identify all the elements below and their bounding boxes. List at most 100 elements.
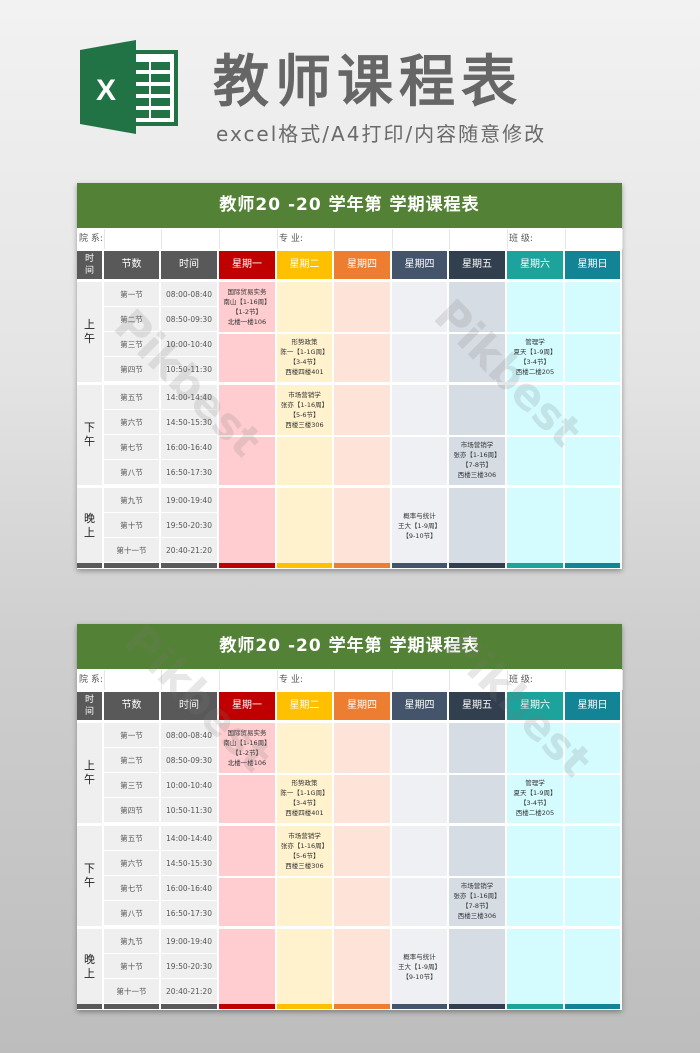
- column-header: 节数: [104, 692, 161, 720]
- info-cell[interactable]: [219, 670, 278, 690]
- info-cell[interactable]: [565, 670, 623, 690]
- column-header: 时间: [161, 692, 219, 720]
- course-entry[interactable]: 形势政策 陈一【1-1G周】 【3-4节】 西楼四楼401: [277, 773, 332, 823]
- period-time: 14:00-14:40: [161, 826, 219, 851]
- course-entry[interactable]: 概率与统计 王大【1-9周】 【9-10节】: [392, 929, 447, 1004]
- course-line: 夏天【1-9周】: [513, 789, 557, 797]
- color-strip: [219, 1004, 277, 1009]
- period-name: 第四节: [104, 798, 161, 823]
- major-label: 专 业:: [279, 234, 303, 244]
- period-time: 16:50-17:30: [161, 901, 219, 926]
- period-time: 08:50-09:30: [161, 748, 219, 773]
- pair-divider: [219, 876, 622, 878]
- course-entry[interactable]: 市场营销学 张亦【1-16周】 【7-8节】 西楼三楼306: [449, 876, 505, 926]
- info-cell[interactable]: [334, 229, 393, 249]
- period-name: 第一节: [104, 723, 161, 748]
- course-line: 市场营销学: [288, 391, 321, 399]
- column-header: 时间: [77, 692, 104, 720]
- day-cell[interactable]: [334, 929, 392, 1004]
- course-line: 管理学: [525, 338, 545, 346]
- course-entry[interactable]: 管理学 夏天【1-9周】 【3-4节】 西楼二楼205: [507, 773, 563, 823]
- column-header: 星期四: [392, 692, 449, 720]
- info-cell[interactable]: [449, 229, 508, 249]
- color-strip: [77, 1004, 104, 1009]
- department-label: 院 系:: [79, 675, 103, 685]
- day-cell[interactable]: [277, 929, 334, 1004]
- excel-icon: X: [80, 40, 178, 134]
- color-strip: [449, 1004, 507, 1009]
- course-line: 市场营销学: [460, 441, 494, 449]
- info-cell[interactable]: [219, 229, 278, 249]
- column-header: 星期四: [392, 251, 449, 279]
- day-cell[interactable]: [565, 488, 622, 563]
- day-cell[interactable]: [219, 488, 277, 563]
- course-entry[interactable]: 形势政策 陈一【1-1G周】 【3-4节】 西楼四楼401: [277, 332, 332, 382]
- day-cell[interactable]: [507, 929, 565, 1004]
- banner-title: 教师课程表: [213, 50, 523, 115]
- day-cell[interactable]: [449, 929, 507, 1004]
- column-header: 星期日: [565, 251, 622, 279]
- period-name: 第九节: [104, 488, 161, 513]
- course-line: 【5-6节】: [289, 411, 320, 419]
- course-line: 【1-2节】: [231, 749, 263, 757]
- course-line: 西楼三楼306: [285, 421, 324, 429]
- course-line: 北楼一楼106: [227, 759, 267, 767]
- period-name: 第三节: [104, 773, 161, 798]
- class-label: 班 级:: [509, 234, 533, 244]
- day-cell[interactable]: [334, 488, 392, 563]
- period-time: 16:00-16:40: [161, 876, 219, 901]
- period-name: 第三节: [104, 332, 161, 357]
- period-name: 第十一节: [104, 538, 161, 563]
- course-line: 【7-8节】: [461, 902, 493, 910]
- class-label: 班 级:: [509, 675, 533, 685]
- day-cell[interactable]: [565, 929, 622, 1004]
- info-cell[interactable]: [334, 670, 393, 690]
- column-header: 星期六: [507, 251, 565, 279]
- course-line: 【3-4节】: [289, 799, 320, 807]
- course-entry[interactable]: 国际贸易实务 南山【1-16周】 【1-2节】 北楼一楼106: [219, 282, 275, 332]
- period-name: 第八节: [104, 460, 161, 485]
- day-cell[interactable]: [277, 488, 334, 563]
- segment-label: 上午: [77, 282, 104, 382]
- period-name: 第六节: [104, 851, 161, 876]
- svg-text:X: X: [96, 74, 116, 107]
- course-entry[interactable]: 国际贸易实务 南山【1-16周】 【1-2节】 北楼一楼106: [219, 723, 275, 773]
- info-cell[interactable]: [104, 670, 162, 690]
- day-cell[interactable]: [507, 488, 565, 563]
- period-time: 19:00-19:40: [161, 929, 219, 954]
- info-cell[interactable]: [449, 670, 508, 690]
- course-line: 形势政策: [291, 338, 318, 346]
- info-cell[interactable]: [104, 229, 162, 249]
- info-cell[interactable]: [392, 670, 450, 690]
- major-label: 专 业:: [279, 675, 303, 685]
- day-cell[interactable]: [449, 488, 507, 563]
- info-cell[interactable]: [565, 229, 623, 249]
- color-strip: [507, 563, 565, 568]
- course-entry[interactable]: 概率与统计 王大【1-9周】 【9-10节】: [392, 488, 447, 563]
- color-strip: [565, 563, 622, 568]
- course-line: 【3-4节】: [289, 358, 320, 366]
- course-line: 王大【1-9周】: [397, 962, 442, 971]
- column-header: 星期日: [565, 692, 622, 720]
- department-label: 院 系:: [79, 234, 103, 244]
- info-cell[interactable]: [161, 670, 220, 690]
- course-line: 西楼四楼401: [285, 368, 324, 376]
- column-header: 星期二: [277, 251, 334, 279]
- column-header: 星期四: [334, 251, 392, 279]
- color-strip: [277, 563, 334, 568]
- info-cell[interactable]: [392, 229, 450, 249]
- course-line: 【3-4节】: [519, 799, 551, 807]
- course-line: 国际贸易实务: [227, 288, 267, 296]
- day-cell[interactable]: [219, 929, 277, 1004]
- course-entry[interactable]: 市场营销学 张亦【1-16周】 【5-6节】 西楼三楼306: [277, 826, 332, 876]
- course-entry[interactable]: 市场营销学 张亦【1-16周】 【7-8节】 西楼三楼306: [449, 435, 505, 485]
- course-line: 市场营销学: [460, 882, 494, 890]
- info-cell[interactable]: [161, 229, 220, 249]
- period-time: 19:50-20:30: [161, 954, 219, 979]
- course-entry[interactable]: 市场营销学 张亦【1-16周】 【5-6节】 西楼三楼306: [277, 385, 332, 435]
- banner-subtitle: excel格式/A4打印/内容随意修改: [216, 122, 547, 146]
- segment-label: 晚上: [77, 929, 104, 1004]
- course-line: 西楼二楼205: [515, 368, 555, 376]
- period-time: 10:50-11:30: [161, 357, 219, 382]
- course-entry[interactable]: 管理学 夏天【1-9周】 【3-4节】 西楼二楼205: [507, 332, 563, 382]
